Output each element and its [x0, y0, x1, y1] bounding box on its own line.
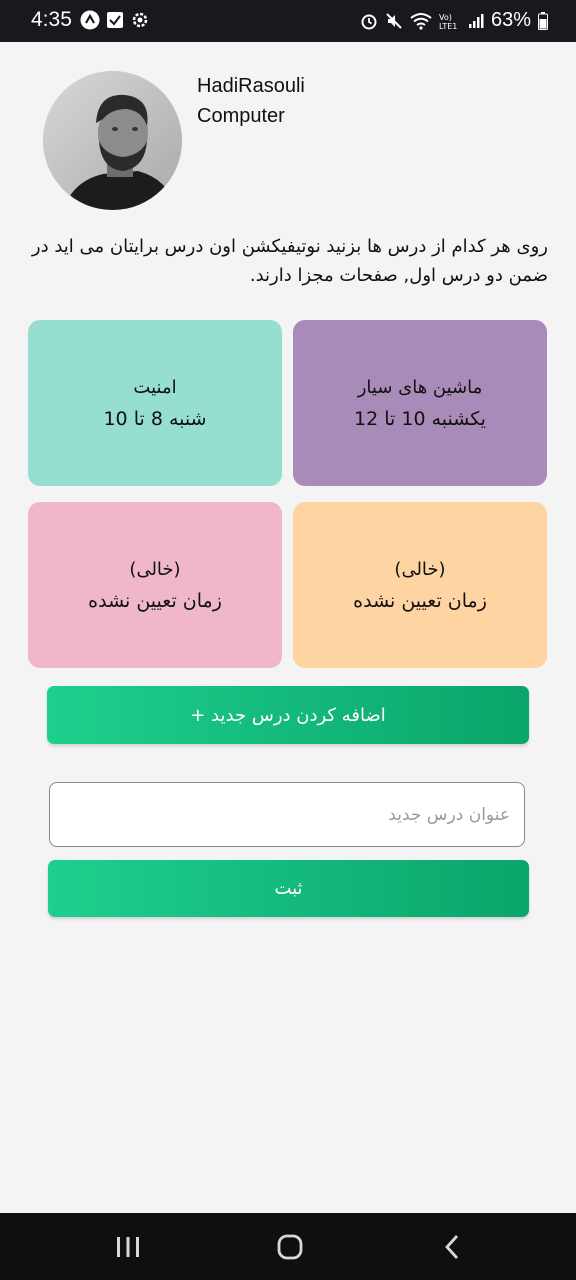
course-title-input[interactable] [49, 782, 525, 847]
alarm-icon [360, 12, 378, 30]
recent-apps-icon[interactable] [108, 1233, 148, 1261]
course-card-security[interactable]: امنیت شنبه 8 تا 10 [28, 320, 282, 486]
course-time: شنبه 8 تا 10 [103, 407, 207, 430]
status-bar: 4:35 Vo) LTE1 63% [0, 0, 576, 42]
svg-text:LTE1: LTE1 [439, 22, 457, 30]
course-time: زمان تعیین نشده [88, 589, 222, 612]
svg-text:Vo): Vo) [439, 13, 452, 22]
course-time: زمان تعیین نشده [353, 589, 487, 612]
course-title: (خالی) [394, 558, 446, 580]
app-icon [80, 10, 100, 30]
course-title: ماشین های سیار [357, 376, 483, 398]
mute-icon [385, 12, 403, 30]
add-course-button[interactable]: اضافه کردن درس جدید + [47, 686, 529, 744]
navigation-bar [0, 1213, 576, 1280]
wifi-icon [410, 12, 432, 30]
status-time: 4:35 [31, 8, 72, 31]
profile-department: Computer [197, 105, 285, 127]
course-title: (خالی) [129, 558, 181, 580]
submit-button[interactable]: ثبت [48, 860, 529, 917]
course-title: امنیت [133, 376, 177, 398]
avatar [43, 71, 182, 210]
battery-icon [538, 11, 548, 30]
volte-icon: Vo) LTE1 [439, 12, 461, 30]
gear-icon [130, 10, 150, 30]
course-card-mobile-machines[interactable]: ماشین های سیار یکشنبه 10 تا 12 [293, 320, 547, 486]
course-card-empty-1[interactable]: (خالی) زمان تعیین نشده [293, 502, 547, 668]
signal-icon [468, 13, 484, 29]
back-icon[interactable] [432, 1233, 472, 1261]
check-icon [106, 11, 124, 29]
instructions-text: روی هر کدام از درس ها بزنید نوتیفیکشن او… [31, 236, 548, 286]
battery-percent: 63% [490, 9, 531, 31]
course-card-empty-2[interactable]: (خالی) زمان تعیین نشده [28, 502, 282, 668]
home-icon[interactable] [270, 1233, 310, 1261]
profile-name: HadiRasouli [197, 75, 305, 97]
course-time: یکشنبه 10 تا 12 [354, 407, 486, 430]
